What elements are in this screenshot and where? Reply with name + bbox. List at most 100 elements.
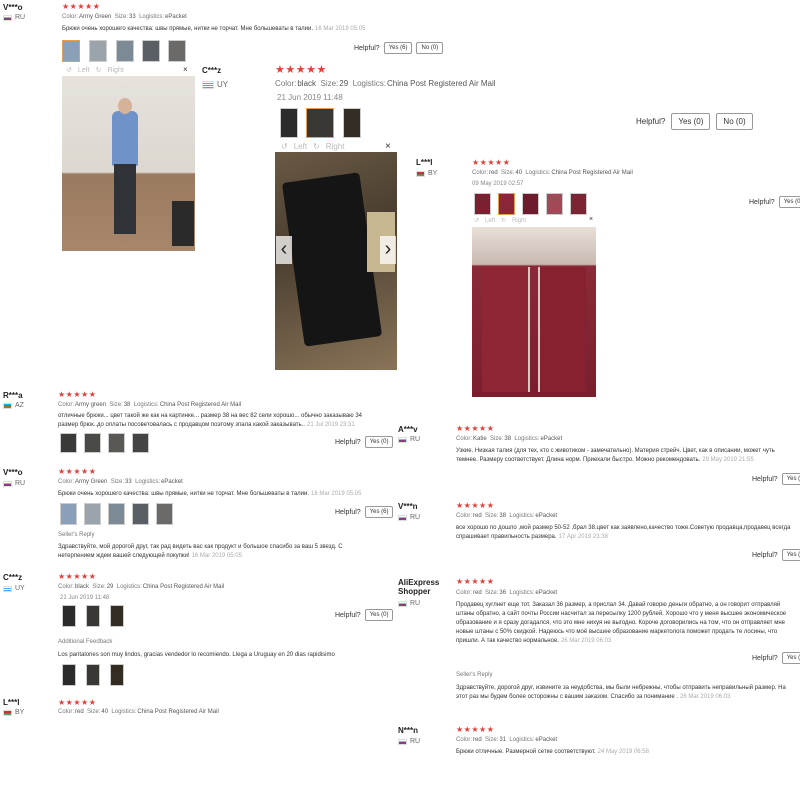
review-photo-thumb[interactable] <box>110 605 124 627</box>
country-code: UY <box>217 80 229 89</box>
rotate-left-label[interactable]: Left <box>294 142 307 151</box>
review-photo-thumb[interactable] <box>84 503 101 525</box>
helpful-no-button[interactable]: No (0) <box>716 113 753 130</box>
review-photo-thumb[interactable] <box>110 664 124 686</box>
review-meta: Color:red Size:40 Logistics:China Post R… <box>58 709 219 715</box>
rating-stars: ★★★★★ <box>456 424 495 433</box>
helpful-yes-button[interactable]: Yes (0) <box>364 436 394 448</box>
rotate-left-label[interactable]: Left <box>485 218 495 224</box>
rotate-right-icon[interactable]: ↻ <box>501 217 506 224</box>
review-photo-thumb[interactable] <box>343 108 361 138</box>
rotate-left-icon[interactable]: ↺ <box>474 217 479 224</box>
rating-stars: ★★★★★ <box>472 158 511 167</box>
photo-furniture <box>172 201 194 246</box>
close-icon[interactable]: × <box>183 65 188 74</box>
review-photo-thumb[interactable] <box>132 433 149 453</box>
review-photo-large <box>472 227 596 397</box>
review-photo-thumb[interactable] <box>86 664 100 686</box>
review-photo-thumb[interactable] <box>522 193 539 215</box>
close-icon[interactable]: × <box>589 216 593 223</box>
review-photo-large <box>275 152 397 370</box>
helpful-yes-button[interactable]: Yes (0 <box>778 196 800 208</box>
photo-red-pants-right <box>538 267 586 392</box>
review-photo-thumb[interactable] <box>474 193 491 215</box>
review-photo-thumb[interactable] <box>86 605 100 627</box>
rotate-right-icon[interactable]: ↻ <box>96 66 102 74</box>
rotate-right-label[interactable]: Right <box>326 142 345 151</box>
review-photo-thumb[interactable] <box>306 108 334 138</box>
rotate-right-label[interactable]: Right <box>107 67 123 74</box>
review-meta: Color:red Size:36 Logistics:ePacket <box>456 590 558 596</box>
review-photo-thumb[interactable] <box>60 433 77 453</box>
rotate-right-label[interactable]: Right <box>512 218 526 224</box>
belarus-flag-icon <box>416 170 425 177</box>
rotate-left-icon[interactable]: ↺ <box>281 142 288 151</box>
review-meta: Color:Army Green Size:33 Logistics:ePack… <box>58 479 183 485</box>
review-photo-thumb[interactable] <box>142 40 160 62</box>
helpful-yes-button[interactable]: Yes (6) <box>364 506 394 518</box>
country-code: RU <box>410 436 421 443</box>
review-photo-thumb[interactable] <box>168 40 186 62</box>
review-text: все хорошо по дошло ,мой размер 50-52 ,б… <box>456 525 791 540</box>
additional-feedback-text: Los pantalones son muy lindos, gracias v… <box>58 652 335 658</box>
prev-photo-button[interactable]: ‹ <box>276 236 292 264</box>
review-photo-thumb[interactable] <box>62 40 80 62</box>
review-photo-thumb[interactable] <box>546 193 563 215</box>
reviewer-country: AZ <box>3 402 24 409</box>
reviewer-country: UY <box>202 80 228 89</box>
review-text: Брюки отличные. Размерной сетке соответс… <box>456 749 649 755</box>
reviewer-name: N***n <box>398 726 419 735</box>
helpful-vote: Helpful? Yes (0) <box>335 609 394 621</box>
review-photo-thumb[interactable] <box>84 433 101 453</box>
review-meta: Color:Katie Size:38 Logistics:ePacket <box>456 436 563 442</box>
helpful-yes-button[interactable]: Yes (0) <box>364 609 394 621</box>
close-icon[interactable]: × <box>385 141 391 152</box>
review-meta: Color:red Size:38 Logistics:ePacket <box>456 513 558 519</box>
review-photo-thumb[interactable] <box>62 605 76 627</box>
russia-flag-icon <box>398 738 407 745</box>
next-photo-button[interactable]: › <box>380 236 396 264</box>
uruguay-flag-icon <box>3 585 12 592</box>
country-code: BY <box>428 170 438 177</box>
review-photo-thumb[interactable] <box>116 40 134 62</box>
helpful-yes-button[interactable]: Yes (6) <box>383 42 413 54</box>
review-meta: Color:Army Green Size:33 Logistics:ePack… <box>62 14 187 20</box>
rating-stars: ★★★★★ <box>456 725 495 734</box>
review-photo-thumb[interactable] <box>498 193 515 215</box>
helpful-yes-button[interactable]: Yes (0 <box>781 549 800 561</box>
review-meta: Color:black Size:29 Logistics:China Post… <box>58 584 225 590</box>
reviewer-country: BY <box>416 170 437 177</box>
review-photo-thumb[interactable] <box>62 664 76 686</box>
photo-figure-pants <box>114 164 136 234</box>
russia-flag-icon <box>398 436 407 443</box>
photo-red-pants-left <box>482 267 530 392</box>
review-photo-thumb[interactable] <box>570 193 587 215</box>
rotate-right-icon[interactable]: ↻ <box>313 142 320 151</box>
russia-flag-icon <box>398 600 407 607</box>
review-photo-thumb[interactable] <box>60 503 77 525</box>
helpful-yes-button[interactable]: Yes (0 <box>781 473 800 485</box>
review-meta: Color:black Size:29 Logistics:China Post… <box>275 79 496 88</box>
review-photo-thumb[interactable] <box>108 503 125 525</box>
review-photo-thumb[interactable] <box>108 433 125 453</box>
review-photo-thumb[interactable] <box>156 503 173 525</box>
helpful-yes-button[interactable]: Yes (3 <box>781 652 800 664</box>
helpful-no-button[interactable]: No (0) <box>416 42 444 54</box>
rotate-left-label[interactable]: Left <box>78 67 90 74</box>
review-text: отличные брюки... цвет такой же как на к… <box>58 413 363 428</box>
helpful-vote: Helpful? Yes (0) No (0) <box>636 113 753 130</box>
review-text: Узкие. Низкая талия (для тех, кто с живо… <box>456 448 775 463</box>
reviewer-name: R***a <box>3 391 23 400</box>
review-photo-thumb[interactable] <box>132 503 149 525</box>
rating-stars: ★★★★★ <box>58 698 97 707</box>
belarus-flag-icon <box>3 709 12 716</box>
reviewer-country: UY <box>3 585 25 592</box>
seller-reply-text: Здравствуйте, мой дорогой друг, так рад … <box>58 544 343 559</box>
azerbaijan-flag-icon <box>3 402 12 409</box>
rotate-left-icon[interactable]: ↺ <box>66 66 72 74</box>
review-photo-thumb[interactable] <box>280 108 298 138</box>
photo-rotate-bar: ↺ Left ↻ Right <box>281 142 344 151</box>
review-photo-thumb[interactable] <box>89 40 107 62</box>
helpful-yes-button[interactable]: Yes (0) <box>671 113 711 130</box>
country-code: UY <box>15 585 25 592</box>
